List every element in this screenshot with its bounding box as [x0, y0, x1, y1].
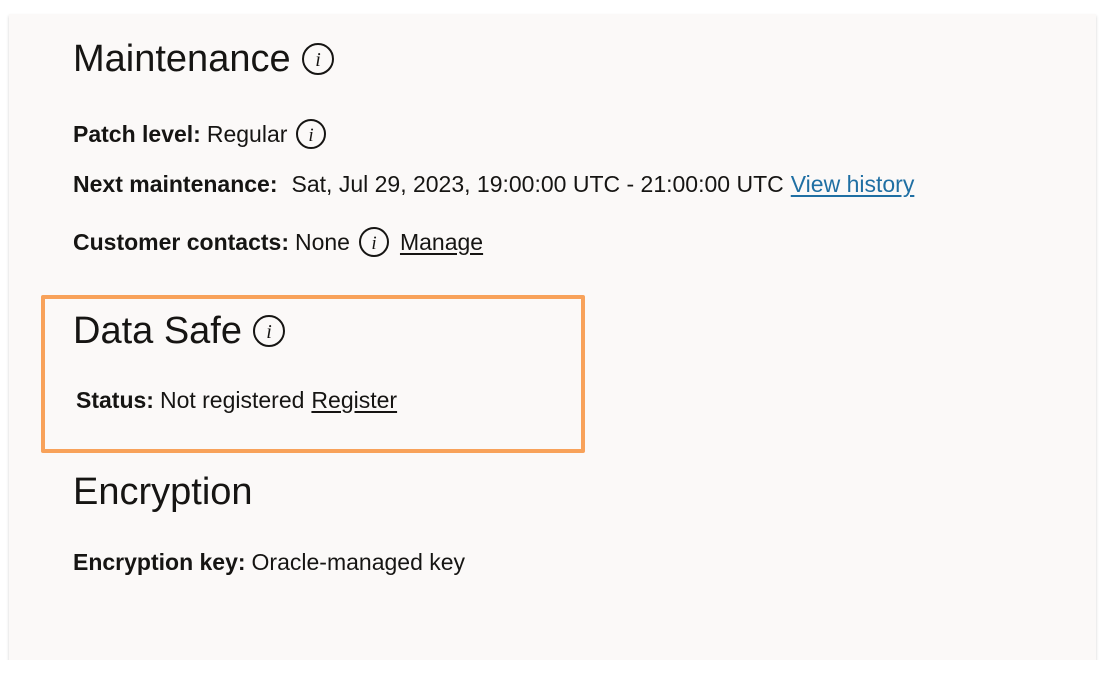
manage-link[interactable]: Manage — [400, 230, 483, 254]
data-safe-heading: Data Safe i — [73, 312, 286, 350]
register-link[interactable]: Register — [311, 389, 397, 412]
encryption-key-value: Oracle-managed key — [251, 549, 466, 575]
patch-level-value: Regular — [206, 120, 288, 147]
customer-contacts-info-icon[interactable]: i — [358, 226, 390, 258]
data-safe-title: Data Safe — [73, 310, 242, 352]
customer-contacts-row: Customer contacts: None i Manage — [73, 226, 483, 258]
svg-text:i: i — [266, 321, 272, 343]
encryption-key-row: Encryption key: Oracle-managed key — [73, 551, 465, 574]
data-safe-status-label: Status: — [76, 387, 154, 413]
page-bottom — [0, 660, 1104, 677]
data-safe-status-value: Not registered — [159, 387, 305, 413]
maintenance-heading: Maintenance i — [73, 40, 335, 78]
data-safe-info-icon[interactable]: i — [252, 314, 286, 348]
customer-contacts-label: Customer contacts: — [73, 228, 289, 255]
customer-contacts-value: None — [294, 228, 350, 255]
svg-text:i: i — [371, 233, 376, 254]
encryption-title: Encryption — [73, 471, 253, 513]
next-maintenance-value: Sat, Jul 29, 2023, 19:00:00 UTC - 21:00:… — [291, 171, 784, 197]
maintenance-info-icon[interactable]: i — [301, 42, 335, 76]
svg-text:i: i — [315, 49, 321, 71]
next-maintenance-row: Next maintenance: Sat, Jul 29, 2023, 19:… — [73, 173, 914, 196]
encryption-heading: Encryption — [73, 473, 253, 511]
maintenance-title: Maintenance — [73, 38, 291, 80]
encryption-key-label: Encryption key: — [73, 549, 246, 575]
patch-level-row: Patch level: Regular i — [73, 118, 327, 150]
view-history-link[interactable]: View history — [791, 173, 915, 196]
svg-text:i: i — [309, 125, 314, 146]
patch-level-info-icon[interactable]: i — [295, 118, 327, 150]
next-maintenance-label: Next maintenance: — [73, 171, 278, 197]
data-safe-status-row: Status: Not registered Register — [76, 389, 397, 412]
patch-level-label: Patch level: — [73, 120, 201, 147]
